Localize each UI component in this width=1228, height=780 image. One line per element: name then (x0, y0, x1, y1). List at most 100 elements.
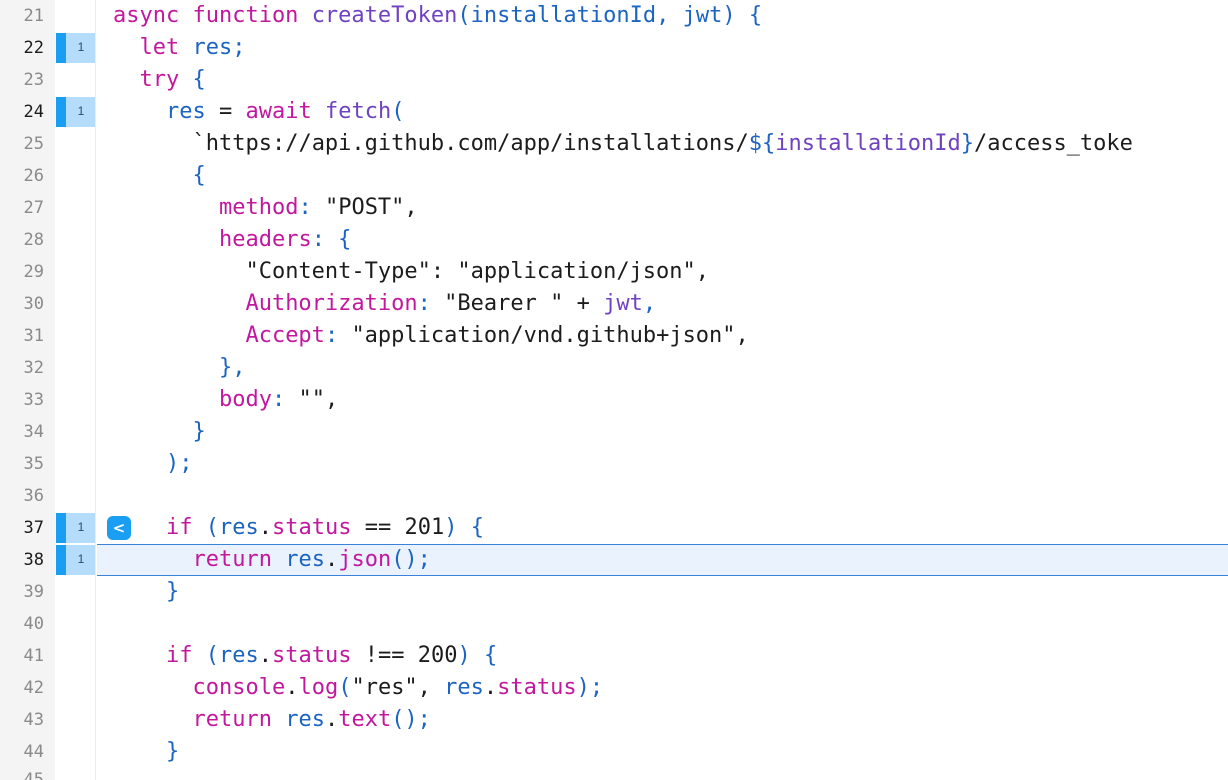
code-text[interactable]: if (res.status !== 200) { (113, 641, 497, 671)
code-token: "res", (351, 675, 445, 700)
coverage-marker[interactable]: 1 (56, 513, 95, 543)
code-token: headers (218, 227, 312, 252)
code-token: log (298, 675, 339, 700)
code-token: : (298, 195, 325, 220)
coverage-count: 1 (77, 552, 85, 566)
line-number[interactable]: 35 (0, 452, 44, 476)
line-number[interactable]: 27 (0, 196, 44, 220)
code-line[interactable]: 42 console.log("res", res.status); (0, 672, 1228, 704)
line-number[interactable]: 32 (0, 356, 44, 380)
code-token: : (417, 291, 445, 316)
code-line[interactable]: 35 ); (0, 448, 1228, 480)
code-text[interactable]: headers: { (113, 225, 351, 255)
code-token: "", (298, 387, 339, 412)
code-line[interactable]: 30 Authorization: "Bearer " + jwt, (0, 288, 1228, 320)
line-number[interactable]: 29 (0, 260, 44, 284)
code-text[interactable]: } (113, 737, 179, 767)
line-number[interactable]: 41 (0, 644, 44, 668)
code-line[interactable]: 37 1 < if (res.status == 201) { (0, 512, 1228, 544)
code-text[interactable]: res = await fetch( (113, 97, 404, 127)
code-token: res (165, 99, 206, 124)
code-text[interactable]: }, (113, 353, 246, 383)
line-number[interactable]: 42 (0, 676, 44, 700)
code-text[interactable]: Accept: "application/vnd.github+json", (113, 321, 748, 351)
coverage-count: 1 (77, 104, 85, 118)
code-line[interactable]: 24 1 res = await fetch( (0, 96, 1228, 128)
code-text[interactable]: } (113, 417, 206, 447)
code-line[interactable]: 26 { (0, 160, 1228, 192)
coverage-marker[interactable]: 1 (56, 545, 95, 575)
line-number[interactable]: 31 (0, 324, 44, 348)
code-line[interactable]: 21 async function createToken(installatio… (0, 0, 1228, 32)
code-line[interactable]: 23 try { (0, 64, 1228, 96)
line-number[interactable]: 39 (0, 580, 44, 604)
code-text[interactable]: try { (113, 65, 206, 95)
code-line[interactable]: 22 1 let res; (0, 32, 1228, 64)
code-text[interactable]: } (113, 577, 179, 607)
code-text[interactable]: let res; (113, 33, 246, 63)
code-token: res (218, 643, 259, 668)
code-text[interactable]: ); (113, 449, 193, 479)
code-line[interactable]: 36 (0, 480, 1228, 512)
code-line[interactable]: 28 headers: { (0, 224, 1228, 256)
code-token: ( (457, 3, 471, 28)
code-token: . (258, 515, 272, 540)
line-number[interactable]: 28 (0, 228, 44, 252)
code-text[interactable]: `https://api.github.com/app/installation… (113, 129, 1132, 159)
code-line[interactable]: 44 } (0, 736, 1228, 768)
code-text[interactable]: { (113, 161, 205, 191)
code-text[interactable]: if (res.status == 201) { (113, 513, 484, 543)
line-number[interactable]: 30 (0, 292, 44, 316)
code-text[interactable]: async function createToken(installationI… (113, 1, 762, 31)
code-editor[interactable]: 21 async function createToken(installatio… (0, 0, 1228, 780)
line-number[interactable]: 37 (0, 516, 44, 540)
code-line[interactable]: 34 } (0, 416, 1228, 448)
line-number[interactable]: 38 (0, 548, 44, 572)
code-line[interactable]: 31 Accept: "application/vnd.github+json"… (0, 320, 1228, 352)
code-text[interactable]: console.log("res", res.status); (113, 673, 603, 703)
line-number[interactable]: 43 (0, 708, 44, 732)
line-number[interactable]: 36 (0, 484, 44, 508)
code-token: res (285, 547, 325, 572)
code-line[interactable]: 33 body: "", (0, 384, 1228, 416)
code-text[interactable]: method: "POST", (113, 193, 418, 223)
line-number[interactable]: 26 (0, 164, 44, 188)
code-line[interactable]: 41 if (res.status !== 200) { (0, 640, 1228, 672)
code-text[interactable]: Authorization: "Bearer " + jwt, (113, 289, 656, 319)
code-token: fetch (324, 99, 392, 124)
code-line[interactable]: 29 "Content-Type": "application/json", (0, 256, 1228, 288)
code-line[interactable]: 38 1 return res.json(); (0, 544, 1228, 576)
code-token: "POST", (324, 195, 418, 220)
line-number[interactable]: 24 (0, 100, 44, 124)
code-token: try (139, 67, 193, 92)
line-number[interactable]: 34 (0, 420, 44, 444)
line-number[interactable]: 23 (0, 68, 44, 92)
line-number[interactable]: 25 (0, 132, 44, 156)
code-text[interactable]: "Content-Type": "application/json", (113, 257, 709, 287)
code-token: 201 (404, 515, 445, 540)
line-number[interactable]: 21 (0, 4, 44, 28)
code-token: } (192, 419, 206, 444)
line-number[interactable]: 22 (0, 36, 44, 60)
code-text[interactable]: return res.json(); (113, 545, 430, 575)
code-line[interactable]: 32 }, (0, 352, 1228, 384)
line-number[interactable]: 40 (0, 612, 44, 636)
line-number[interactable]: 33 (0, 388, 44, 412)
code-line[interactable]: 43 return res.text(); (0, 704, 1228, 736)
code-line[interactable]: 27 method: "POST", (0, 192, 1228, 224)
line-number[interactable]: 44 (0, 740, 44, 764)
code-text[interactable]: return res.text(); (113, 705, 430, 735)
coverage-marker[interactable]: 1 (56, 33, 95, 63)
code-line[interactable]: 40 (0, 608, 1228, 640)
code-line[interactable]: 39 } (0, 576, 1228, 608)
coverage-marker[interactable]: 1 (56, 97, 95, 127)
code-text[interactable]: body: "", (113, 385, 338, 415)
code-line[interactable]: 25 `https://api.github.com/app/installat… (0, 128, 1228, 160)
code-token: ) { (457, 643, 498, 668)
